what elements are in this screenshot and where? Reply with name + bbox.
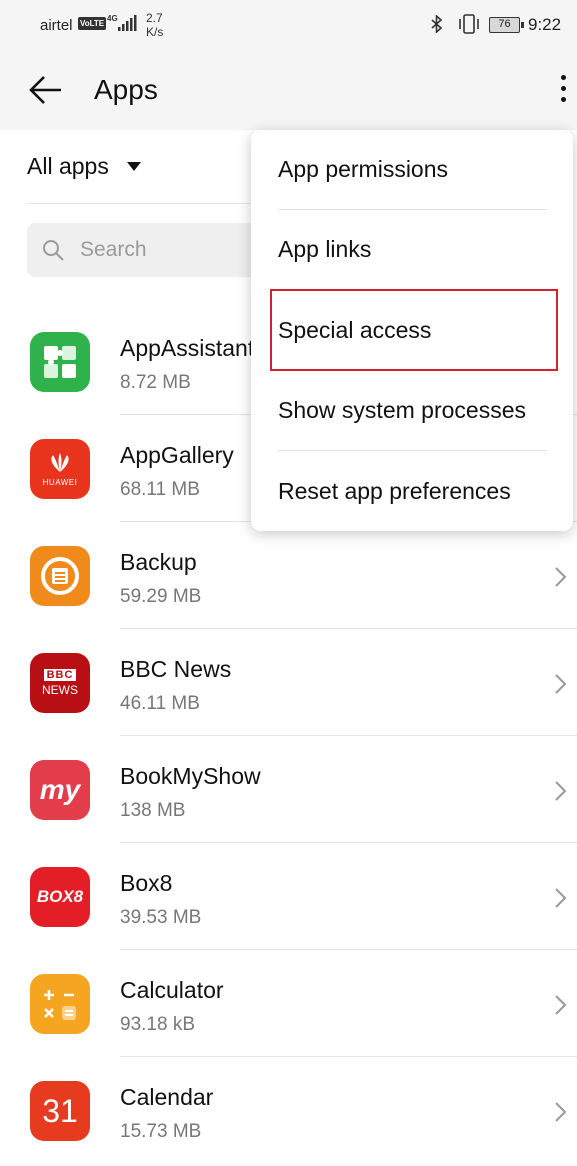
- chevron-right-icon: [555, 674, 567, 694]
- chevron-right-icon: [555, 888, 567, 908]
- box8-logo-text: BOX8: [36, 887, 84, 906]
- calendar-day-text: 31: [42, 1092, 78, 1129]
- network-speed: 2.7 K/s: [146, 11, 163, 39]
- app-name: AppAssistant: [120, 335, 255, 361]
- caret-down-icon: [126, 161, 141, 171]
- app-filter-dropdown[interactable]: All apps: [27, 148, 141, 184]
- calendar-icon: 31: [30, 1081, 90, 1141]
- clock: 9:22: [528, 15, 562, 34]
- menu-item-reset-app-preferences[interactable]: Reset app preferences: [251, 452, 573, 532]
- app-name: Backup: [120, 549, 197, 575]
- search-icon: [43, 240, 64, 261]
- app-row-backup[interactable]: Backup 59.29 MB: [0, 522, 577, 629]
- highlight-annotation: [270, 289, 558, 371]
- app-row-bookmyshow[interactable]: my BookMyShow 138 MB: [0, 736, 577, 843]
- bbc-news-icon: BBC NEWS: [30, 653, 90, 713]
- search-placeholder: Search: [80, 238, 147, 261]
- battery-icon: 76: [489, 17, 524, 33]
- chevron-right-icon: [555, 567, 567, 587]
- app-size: 59.29 MB: [120, 586, 202, 607]
- huawei-logo-text: HUAWEI: [42, 477, 78, 487]
- app-row-box8[interactable]: BOX8 Box8 39.53 MB: [0, 843, 577, 950]
- huawei-icon: HUAWEI: [30, 439, 90, 499]
- app-name: Box8: [120, 870, 173, 896]
- menu-item-show-system-processes[interactable]: Show system processes: [251, 371, 573, 451]
- app-row-bbc-news[interactable]: BBC NEWS BBC News 46.11 MB: [0, 629, 577, 736]
- chevron-right-icon: [555, 995, 567, 1015]
- menu-item-label: Show system processes: [278, 397, 526, 423]
- app-name: BBC News: [120, 656, 232, 682]
- puzzle-icon: [30, 332, 90, 392]
- speed-unit: K/s: [146, 25, 164, 39]
- app-name: Calculator: [120, 977, 224, 1003]
- bookmyshow-icon: my: [30, 760, 90, 820]
- divider: [27, 203, 277, 204]
- page-title: Apps: [94, 74, 158, 105]
- app-size: 138 MB: [120, 800, 186, 821]
- box8-icon: BOX8: [30, 867, 90, 927]
- menu-item-label: App permissions: [278, 156, 449, 182]
- app-name: Calendar: [120, 1084, 214, 1110]
- calculator-icon: [30, 974, 90, 1034]
- signal-icon: [118, 15, 137, 31]
- bbc-logo-text: BBC: [43, 669, 77, 681]
- menu-item-label: App links: [278, 236, 372, 262]
- app-row-calculator[interactable]: Calculator 93.18 kB: [0, 950, 577, 1057]
- app-row-calendar[interactable]: 31 Calendar 15.73 MB: [0, 1057, 577, 1164]
- speed-value: 2.7: [146, 11, 163, 25]
- volte-badge: VoLTE: [78, 17, 107, 30]
- menu-item-app-links[interactable]: App links: [251, 210, 573, 290]
- arrow-left-icon[interactable]: [26, 70, 66, 110]
- app-size: 15.73 MB: [120, 1121, 202, 1142]
- divider: [278, 450, 547, 451]
- more-vertical-icon[interactable]: [552, 72, 574, 108]
- menu-item-app-permissions[interactable]: App permissions: [251, 130, 573, 210]
- backup-icon: [30, 546, 90, 606]
- app-name: BookMyShow: [120, 763, 261, 789]
- app-size: 8.72 MB: [120, 372, 191, 393]
- filter-label: All apps: [27, 152, 109, 179]
- app-bar: Apps: [0, 52, 577, 130]
- app-size: 39.53 MB: [120, 907, 202, 928]
- news-logo-text: NEWS: [42, 683, 78, 697]
- vibrate-icon: [459, 14, 479, 34]
- chevron-right-icon: [555, 1102, 567, 1122]
- app-name: AppGallery: [120, 442, 234, 468]
- chevron-right-icon: [555, 781, 567, 801]
- app-size: 46.11 MB: [120, 693, 200, 714]
- status-bar: airtel VoLTE 4G 2.7 K/s 76 9:22: [0, 0, 577, 52]
- bookmyshow-logo-text: my: [39, 774, 81, 805]
- app-size: 93.18 kB: [120, 1014, 195, 1035]
- carrier-label: airtel: [40, 17, 73, 34]
- menu-item-label: Reset app preferences: [278, 478, 511, 504]
- app-size: 68.11 MB: [120, 479, 200, 500]
- bluetooth-icon: [431, 15, 443, 33]
